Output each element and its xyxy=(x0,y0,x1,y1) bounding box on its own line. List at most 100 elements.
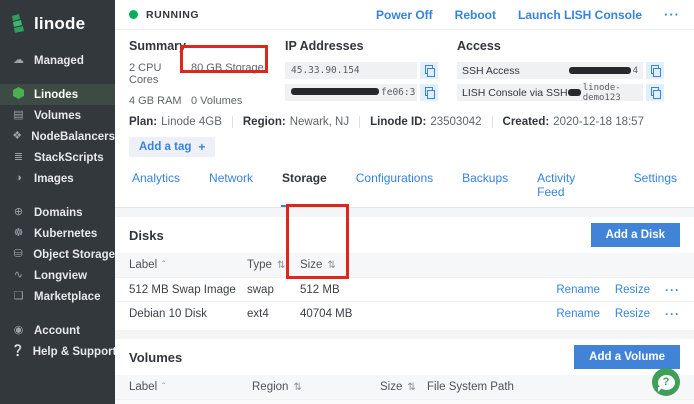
help-icon: ❔ xyxy=(11,345,25,357)
volumes-sort-size[interactable]: Size ⇅ xyxy=(380,381,427,393)
status-indicator: RUNNING xyxy=(129,9,199,21)
volumes-stat: 0 Volumes xyxy=(191,95,243,107)
copy-ipv4-icon[interactable] xyxy=(420,62,438,79)
tab-configurations[interactable]: Configurations xyxy=(355,164,434,207)
rename-disk-button[interactable]: Rename xyxy=(556,284,599,296)
sidebar-item-stackscripts[interactable]: ≣ StackScripts xyxy=(0,147,115,168)
disks-sort-label[interactable]: Label ˆ xyxy=(129,259,247,271)
disk-more-actions-icon[interactable]: ··· xyxy=(665,283,680,297)
rename-disk-button[interactable]: Rename xyxy=(556,308,599,320)
resize-disk-button[interactable]: Resize xyxy=(615,284,650,296)
running-status-icon xyxy=(129,10,138,19)
sidebar-item-kubernetes[interactable]: ☸ Kubernetes xyxy=(0,223,115,244)
tab-storage[interactable]: Storage xyxy=(281,164,328,207)
disks-sort-size[interactable]: Size ⇅ xyxy=(300,259,430,271)
sidebar: linode ☁ Managed Linodes ▤ Volumes ❖ Nod… xyxy=(0,0,116,404)
sidebar-item-nodebalancers[interactable]: ❖ NodeBalancers xyxy=(0,126,115,147)
more-actions-icon[interactable]: ··· xyxy=(664,7,680,22)
help-bubble-icon: ? xyxy=(657,374,675,392)
redaction-mark xyxy=(567,89,581,96)
sidebar-item-help-support[interactable]: ❔ Help & Support xyxy=(0,341,116,362)
marketplace-icon: ❑ xyxy=(13,290,24,302)
lish-console-field[interactable]: LISH Console via SSH linode-demo123 xyxy=(457,83,643,103)
sidebar-item-linodes[interactable]: Linodes xyxy=(0,84,115,105)
disk-label: 512 MB Swap Image xyxy=(129,283,236,296)
tab-network[interactable]: Network xyxy=(208,164,254,207)
sort-icon: ⇅ xyxy=(407,381,416,393)
tab-backups[interactable]: Backups xyxy=(461,164,509,207)
plan-value: Linode 4GB xyxy=(161,116,222,128)
sort-icon: ⇅ xyxy=(327,259,336,271)
sort-asc-icon: ˆ xyxy=(162,381,166,393)
sidebar-item-longview[interactable]: ∿ Longview xyxy=(0,265,115,286)
launch-lish-console-button[interactable]: Launch LISH Console xyxy=(518,8,642,22)
sidebar-item-images[interactable]: ◑ Images xyxy=(0,168,115,189)
main-content: RUNNING Power Off Reboot Launch LISH Con… xyxy=(115,0,694,404)
volumes-title: Volumes xyxy=(129,349,183,365)
resize-disk-button[interactable]: Resize xyxy=(615,308,650,320)
sidebar-item-object-storage[interactable]: ⛁ Object Storage xyxy=(0,244,115,265)
disk-type: ext4 xyxy=(247,307,269,320)
tab-analytics[interactable]: Analytics xyxy=(131,164,181,207)
images-icon: ◑ xyxy=(15,172,22,184)
summary-heading: Summary xyxy=(129,39,186,53)
storage-stat: 80 GB Storage xyxy=(191,62,264,74)
volumes-icon: ▤ xyxy=(13,109,24,121)
disk-row-swap: 512 MB Swap Image swap 512 MB Rename Res… xyxy=(115,277,694,301)
disk-type: swap xyxy=(247,283,274,296)
disk-row-debian: Debian 10 Disk ext4 40704 MB Rename Resi… xyxy=(115,301,694,325)
ipv4-address[interactable]: 45.33.90.154 xyxy=(285,62,417,79)
sort-icon: ⇅ xyxy=(293,381,302,393)
region-value: Newark, NJ xyxy=(289,116,350,128)
ip-addresses-heading: IP Addresses xyxy=(285,39,364,53)
add-tag-button[interactable]: Add a tag + xyxy=(129,137,216,157)
disk-size: 40704 MB xyxy=(300,307,353,320)
ssh-access-field[interactable]: SSH Access 4 xyxy=(457,62,643,79)
help-chat-button[interactable]: ? xyxy=(652,368,680,396)
tab-activity-feed[interactable]: Activity Feed xyxy=(536,164,605,207)
redaction-mark xyxy=(291,88,379,95)
stackscripts-icon: ≣ xyxy=(13,151,24,163)
sort-icon: ⇅ xyxy=(276,259,286,271)
linode-logo[interactable]: linode xyxy=(0,10,115,38)
ram-stat: 4 GB RAM xyxy=(129,95,182,107)
volumes-sort-region[interactable]: Region ⇅ xyxy=(252,381,380,393)
power-off-button[interactable]: Power Off xyxy=(376,8,433,22)
object-storage-icon: ⛁ xyxy=(13,248,23,260)
sidebar-nav: ☁ Managed Linodes ▤ Volumes ❖ NodeBalanc… xyxy=(0,50,116,362)
copy-ipv6-icon[interactable] xyxy=(420,84,438,101)
copy-ssh-icon[interactable] xyxy=(646,62,664,79)
linode-summary-section: Summary 2 CPU Cores 80 GB Storage 4 GB R… xyxy=(115,30,694,111)
cloud-icon: ☁ xyxy=(13,54,24,66)
add-volume-button[interactable]: Add a Volume xyxy=(574,345,680,369)
sidebar-item-volumes[interactable]: ▤ Volumes xyxy=(0,105,115,126)
created-value: 2020-12-18 18:57 xyxy=(553,116,644,128)
linode-id-value: 23503042 xyxy=(430,116,482,128)
linode-meta-row: Plan: Linode 4GB Region: Newark, NJ Lino… xyxy=(129,116,644,128)
add-disk-button[interactable]: Add a Disk xyxy=(590,223,680,247)
disks-table-header: Label ˆ Type ⇅ Size ⇅ xyxy=(115,253,694,277)
longview-icon: ∿ xyxy=(13,269,24,281)
access-heading: Access xyxy=(457,39,501,53)
logo-text: linode xyxy=(34,14,86,33)
disks-title: Disks xyxy=(129,227,164,243)
linode-tabs: Analytics Network Storage Configurations… xyxy=(115,164,694,208)
nodebalancer-icon: ❖ xyxy=(12,130,23,142)
linode-hexagon-icon xyxy=(11,87,26,102)
ipv6-address[interactable]: fe06:3 xyxy=(285,84,417,101)
volumes-empty-state: No data to display. xyxy=(115,399,694,404)
volumes-sort-label[interactable]: Label ˆ xyxy=(129,381,252,393)
sidebar-item-marketplace[interactable]: ❑ Marketplace xyxy=(0,286,115,307)
disk-size: 512 MB xyxy=(300,283,340,296)
domains-icon: ⊕ xyxy=(13,206,24,218)
copy-lish-icon[interactable] xyxy=(646,84,664,101)
tab-settings[interactable]: Settings xyxy=(633,164,678,207)
sidebar-item-domains[interactable]: ⊕ Domains xyxy=(0,202,115,223)
reboot-button[interactable]: Reboot xyxy=(455,8,496,22)
disk-more-actions-icon[interactable]: ··· xyxy=(665,307,680,321)
disks-sort-type[interactable]: Type ⇅ xyxy=(247,259,300,271)
linode-logo-icon xyxy=(12,14,24,33)
sidebar-item-account[interactable]: ◉ Account xyxy=(0,320,115,341)
status-label: RUNNING xyxy=(146,8,200,21)
sidebar-item-managed[interactable]: ☁ Managed xyxy=(0,50,115,71)
